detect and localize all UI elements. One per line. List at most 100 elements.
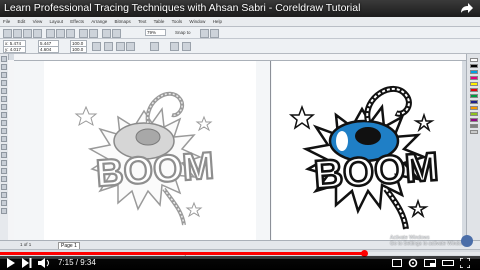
rectangle-tool-icon[interactable] — [1, 104, 7, 110]
save-icon[interactable] — [23, 29, 32, 38]
share-icon[interactable] — [460, 1, 474, 15]
page-divider — [270, 61, 271, 240]
y-position-field[interactable]: y: 4.017 — [3, 46, 26, 53]
freehand-tool-icon[interactable] — [1, 88, 7, 94]
video-progress-bar[interactable] — [0, 250, 480, 257]
crop-tool-icon[interactable] — [1, 72, 7, 78]
basic-shapes-tool-icon[interactable] — [1, 128, 7, 134]
cut-icon[interactable] — [46, 29, 55, 38]
page-left[interactable]: BOOM — [44, 61, 256, 240]
page-count: 1 of 1 — [20, 242, 32, 247]
volume-icon[interactable] — [38, 258, 50, 268]
app-launcher-icon[interactable] — [210, 29, 219, 38]
next-icon[interactable] — [22, 258, 32, 268]
swatch-red[interactable] — [470, 88, 478, 92]
lock-ratio-icon[interactable] — [92, 42, 101, 51]
new-icon[interactable] — [3, 29, 12, 38]
connector-tool-icon[interactable] — [1, 160, 7, 166]
menu-help[interactable]: Help — [213, 19, 222, 24]
export-icon[interactable] — [112, 29, 121, 38]
menu-bar: File Edit View Layout Effects Arrange Bi… — [0, 17, 480, 27]
scale-height-field[interactable]: 100.0 — [70, 46, 87, 53]
rotate-icon[interactable] — [104, 42, 113, 51]
swatch-cyan[interactable] — [470, 70, 478, 74]
smart-fill-tool-icon[interactable] — [1, 96, 7, 102]
swatch-yellow[interactable] — [470, 82, 478, 86]
mirror-horizontal-icon[interactable] — [116, 42, 125, 51]
settings-gear-icon[interactable] — [408, 258, 418, 268]
ellipse-tool-icon[interactable] — [1, 112, 7, 118]
interactive-fill-tool-icon[interactable] — [1, 208, 7, 214]
theater-mode-icon[interactable] — [442, 259, 454, 267]
eyedropper-tool-icon[interactable] — [1, 184, 7, 190]
import-icon[interactable] — [102, 29, 111, 38]
color-palette — [466, 54, 480, 240]
zoom-tool-icon[interactable] — [1, 80, 7, 86]
menu-window[interactable]: Window — [189, 19, 205, 24]
boom-text-left: BOOM — [95, 145, 216, 195]
video-title-bar: Learn Professional Tracing Techniques wi… — [0, 0, 480, 17]
boom-text-right: BOOM — [313, 145, 440, 198]
boom-vector-traced[interactable]: BOOM — [272, 61, 462, 240]
menu-edit[interactable]: Edit — [18, 19, 26, 24]
boom-bitmap-original[interactable]: BOOM — [44, 61, 256, 240]
swatch-white[interactable] — [470, 58, 478, 62]
menu-arrange[interactable]: Arrange — [91, 19, 107, 24]
print-icon[interactable] — [33, 29, 42, 38]
menu-table[interactable]: Table — [154, 19, 165, 24]
copy-icon[interactable] — [56, 29, 65, 38]
transparency-tool-icon[interactable] — [1, 176, 7, 182]
text-tool-icon[interactable] — [1, 136, 7, 142]
fill-tool-icon[interactable] — [1, 200, 7, 206]
property-bar: x: 5.474 y: 4.017 5.447 4.604 100.0 100.… — [0, 39, 480, 54]
page-right[interactable]: BOOM — [272, 61, 462, 240]
swatch-magenta[interactable] — [470, 76, 478, 80]
watermark-line2: Go to Settings to activate Windows. — [390, 241, 469, 247]
menu-layout[interactable]: Layout — [50, 19, 64, 24]
miniplayer-icon[interactable] — [424, 259, 436, 267]
menu-file[interactable]: File — [3, 19, 10, 24]
swatch-lime[interactable] — [470, 112, 478, 116]
standard-toolbar: 79% Snap to — [0, 27, 480, 39]
horizontal-ruler[interactable] — [14, 54, 466, 61]
fullscreen-icon[interactable] — [460, 258, 470, 268]
options-icon[interactable] — [200, 29, 209, 38]
swatch-blue[interactable] — [470, 100, 478, 104]
undo-icon[interactable] — [79, 29, 88, 38]
channel-logo-icon[interactable] — [461, 235, 473, 247]
height-field[interactable]: 4.604 — [38, 46, 59, 53]
subtitles-icon[interactable] — [392, 259, 402, 267]
menu-text[interactable]: Text — [138, 19, 146, 24]
redo-icon[interactable] — [89, 29, 98, 38]
polygon-tool-icon[interactable] — [1, 120, 7, 126]
play-icon[interactable] — [6, 258, 16, 268]
table-tool-icon[interactable] — [1, 144, 7, 150]
paste-icon[interactable] — [66, 29, 75, 38]
snap-to-label[interactable]: Snap to — [175, 30, 191, 35]
zoom-select[interactable]: 79% — [145, 29, 166, 36]
video-title[interactable]: Learn Professional Tracing Techniques wi… — [4, 2, 360, 14]
open-icon[interactable] — [13, 29, 22, 38]
swatch-light-gray[interactable] — [470, 130, 478, 134]
pick-tool-icon[interactable] — [1, 56, 7, 62]
swatch-orange[interactable] — [470, 106, 478, 110]
swatch-gray[interactable] — [470, 124, 478, 128]
menu-effects[interactable]: Effects — [70, 19, 84, 24]
outline-width-icon[interactable] — [150, 42, 159, 51]
swatch-black[interactable] — [470, 64, 478, 68]
menu-view[interactable]: View — [33, 19, 43, 24]
menu-bitmaps[interactable]: Bitmaps — [115, 19, 131, 24]
menu-tools[interactable]: Tools — [172, 19, 183, 24]
trace-bitmap-icon[interactable] — [170, 42, 179, 51]
swatch-purple[interactable] — [470, 118, 478, 122]
shape-tool-icon[interactable] — [1, 64, 7, 70]
edit-bitmap-icon[interactable] — [182, 42, 191, 51]
outline-tool-icon[interactable] — [1, 192, 7, 198]
activate-windows-watermark: Activate Windows Go to Settings to activ… — [390, 235, 469, 247]
drawing-canvas[interactable]: BOOM BOOM — [14, 61, 462, 240]
coreldraw-window: Learn Professional Tracing Techniques wi… — [0, 0, 480, 259]
mirror-vertical-icon[interactable] — [126, 42, 135, 51]
blend-tool-icon[interactable] — [1, 168, 7, 174]
swatch-green[interactable] — [470, 94, 478, 98]
dimension-tool-icon[interactable] — [1, 152, 7, 158]
